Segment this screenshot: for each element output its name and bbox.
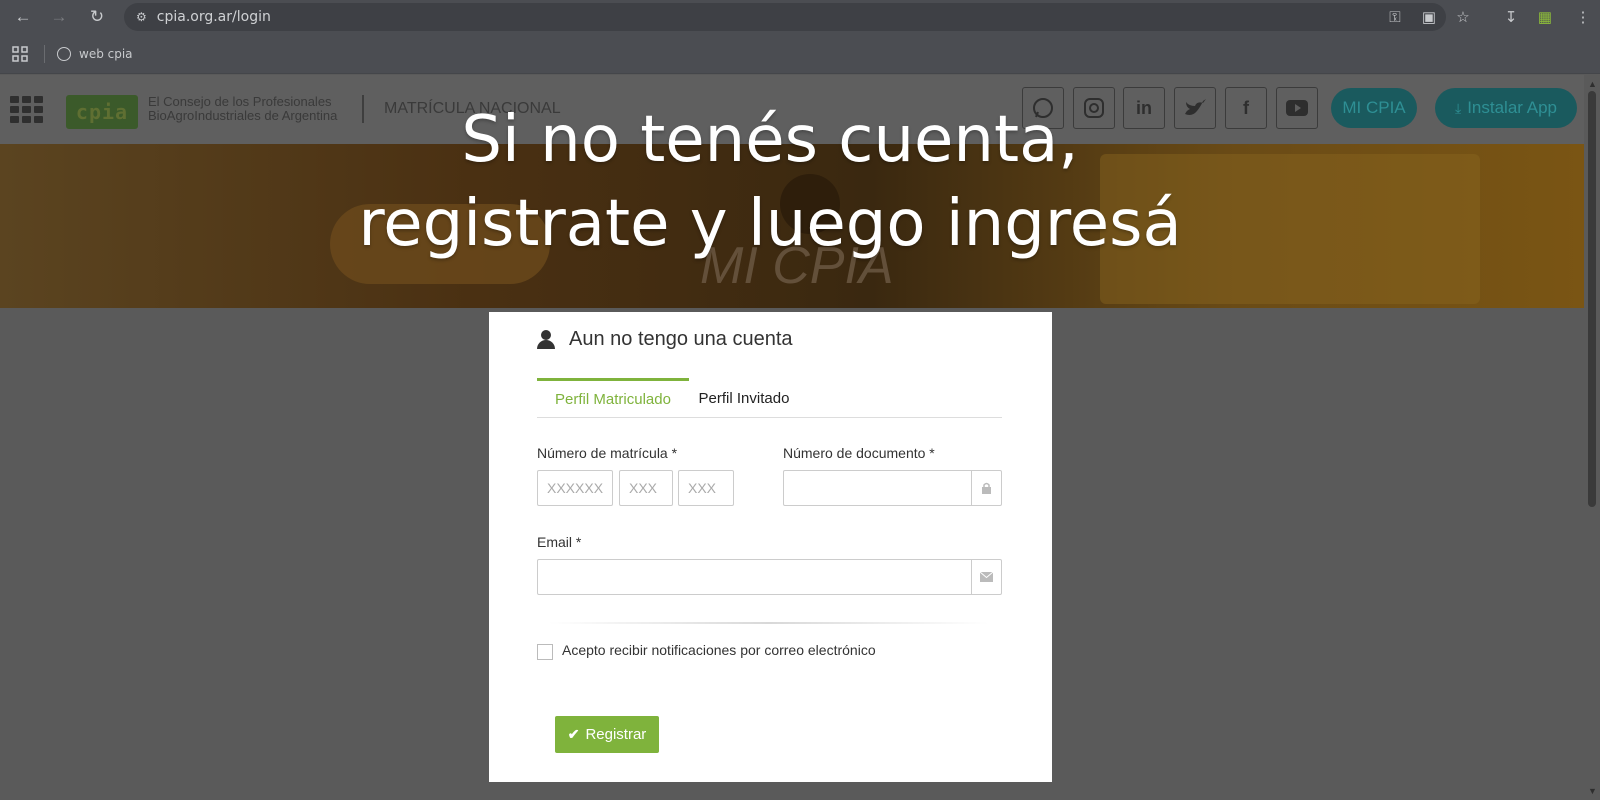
extension-icon[interactable]: ▦ — [1528, 0, 1562, 34]
documento-label: Número de documento * — [783, 445, 935, 461]
globe-icon — [57, 46, 71, 61]
register-button[interactable]: ✔ Registrar — [555, 716, 659, 753]
matricula-part2-input[interactable]: XXX — [619, 470, 673, 506]
matricula-part1-input[interactable]: XXXXXX — [537, 470, 613, 506]
site-settings-icon[interactable]: ⚙ — [136, 10, 147, 24]
page-scrollbar[interactable]: ▲ ▼ — [1584, 75, 1600, 800]
tab-perfil-invitado[interactable]: Perfil Invitado — [689, 378, 799, 418]
notifications-checkbox[interactable] — [537, 644, 553, 660]
notifications-label[interactable]: Acepto recibir notificaciones por correo… — [562, 642, 876, 658]
menu-dots-icon[interactable]: ⋮ — [1566, 0, 1600, 34]
overlay-line2: registrate y luego ingresá — [358, 187, 1182, 261]
star-icon[interactable]: ☆ — [1446, 0, 1480, 34]
bookmark-web-cpia[interactable]: web cpia — [57, 46, 133, 61]
bookmark-label: web cpia — [79, 46, 133, 61]
overlay-line1: Si no tenés cuenta, — [461, 103, 1079, 177]
reload-icon[interactable]: ↻ — [82, 2, 112, 32]
bookmarks-bar: web cpia — [0, 34, 1600, 74]
email-label: Email * — [537, 534, 582, 550]
download-icon[interactable]: ↧ — [1494, 0, 1528, 34]
check-icon: ✔ — [567, 726, 580, 742]
email-input[interactable] — [537, 559, 1002, 595]
documento-input[interactable] — [783, 470, 1002, 506]
user-icon — [537, 329, 555, 350]
bookmarks-divider — [44, 44, 45, 63]
form-separator — [549, 622, 989, 624]
lock-icon — [971, 471, 1001, 505]
profile-tabs: Perfil Matriculado Perfil Invitado — [537, 378, 1002, 418]
matricula-part3-input[interactable]: XXX — [678, 470, 734, 506]
scroll-down-icon[interactable]: ▼ — [1588, 786, 1597, 796]
address-bar[interactable]: ⚙ cpia.org.ar/login — [124, 3, 1446, 31]
scroll-up-icon[interactable]: ▲ — [1588, 79, 1597, 89]
toolbar-actions: ⚿ ▣ ☆ ↧ ▦ ⋮ — [1378, 0, 1600, 34]
scroll-thumb[interactable] — [1588, 91, 1596, 507]
envelope-icon — [971, 560, 1001, 594]
browser-toolbar: ← → ↻ ⚙ cpia.org.ar/login ⚿ ▣ ☆ ↧ ▦ ⋮ — [0, 0, 1600, 34]
matricula-label: Número de matrícula * — [537, 445, 678, 461]
overlay-title: Si no tenés cuenta, registrate y luego i… — [0, 98, 1540, 266]
register-card: Aun no tengo una cuenta Perfil Matricula… — [489, 312, 1052, 782]
forward-icon[interactable]: → — [44, 2, 74, 32]
apps-icon[interactable] — [0, 34, 40, 74]
card-title: Aun no tengo una cuenta — [537, 328, 793, 351]
card-title-text: Aun no tengo una cuenta — [569, 328, 793, 350]
url-text[interactable]: cpia.org.ar/login — [157, 9, 271, 25]
install-icon[interactable]: ▣ — [1412, 0, 1446, 34]
back-icon[interactable]: ← — [8, 2, 38, 32]
register-label: Registrar — [585, 726, 647, 743]
tab-perfil-matriculado[interactable]: Perfil Matriculado — [537, 378, 689, 418]
password-key-icon[interactable]: ⚿ — [1378, 0, 1412, 34]
